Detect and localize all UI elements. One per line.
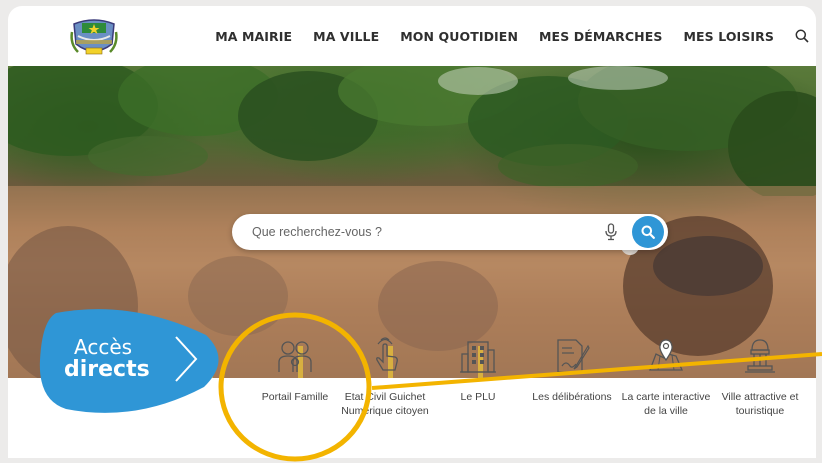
search-icon (641, 225, 655, 239)
site-header: MA MAIRIE MA VILLE MON QUOTIDIEN MES DÉM… (8, 6, 816, 70)
tile-label: Le PLU (460, 391, 496, 403)
tile-label: Les délibérations (532, 391, 612, 403)
highlight-pointer-line (372, 352, 822, 390)
acces-directs-badge: Accès directs (36, 305, 226, 416)
highlight-circle-annotation (218, 312, 372, 462)
nav-mes-loisirs[interactable]: MES LOISIRS (683, 29, 774, 44)
acces-title-line2: directs (64, 357, 150, 382)
nav-ma-ville[interactable]: MA VILLE (313, 29, 379, 44)
city-logo[interactable] (68, 14, 120, 60)
nav-mon-quotidien[interactable]: MON QUOTIDIEN (400, 29, 518, 44)
search-input[interactable] (252, 214, 592, 250)
microphone-icon[interactable] (604, 223, 618, 241)
page: MA MAIRIE MA VILLE MON QUOTIDIEN MES DÉM… (0, 0, 822, 463)
nav-ma-mairie[interactable]: MA MAIRIE (215, 29, 292, 44)
tile-label: La carte interactive de la ville (621, 391, 711, 417)
search-icon[interactable] (794, 28, 810, 44)
search-bar (232, 214, 668, 250)
tile-label: Ville attractive et touristique (721, 391, 799, 417)
search-submit-button[interactable] (632, 216, 664, 248)
main-nav: MA MAIRIE MA VILLE MON QUOTIDIEN MES DÉM… (194, 6, 810, 66)
nav-mes-demarches[interactable]: MES DÉMARCHES (539, 29, 662, 44)
acces-title-line1: Accès (74, 335, 133, 359)
